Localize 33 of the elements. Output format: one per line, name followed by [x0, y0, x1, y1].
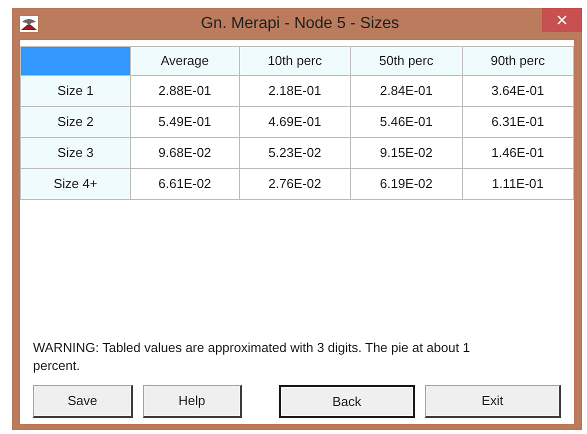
warning-text: WARNING: Tabled values are approximated with 3 digits. The pie at about 1 percent.: [32, 339, 471, 375]
column-header: Average: [130, 46, 240, 76]
table-cell: 2.18E-01: [239, 76, 351, 106]
volcano-icon: [20, 16, 38, 32]
table-cell: 9.68E-02: [130, 138, 240, 168]
close-icon: [557, 15, 567, 25]
table-cell: 6.19E-02: [350, 168, 462, 200]
dialog-button[interactable]: Exit: [424, 385, 561, 418]
row-header: Size 4+: [20, 168, 130, 200]
dialog-button[interactable]: Help: [142, 385, 242, 418]
table-cell: 1.11E-01: [462, 168, 574, 200]
window-title: Gn. Merapi - Node 5 - Sizes: [200, 14, 400, 34]
table-cell: 2.76E-02: [239, 168, 351, 200]
table-cell: 5.46E-01: [350, 106, 462, 138]
table-cell: 6.61E-02: [130, 168, 240, 200]
table-cell: 2.88E-01: [130, 76, 240, 106]
table-cell: 4.69E-01: [239, 106, 351, 138]
dialog-button[interactable]: Save: [33, 385, 133, 418]
table-cell: 5.23E-02: [239, 138, 351, 168]
dialog-button[interactable]: Back: [278, 385, 415, 418]
table-cell: 9.15E-02: [350, 138, 462, 168]
column-header: 10th perc: [239, 46, 351, 76]
row-header: Size 2: [20, 106, 130, 138]
column-header: 90th perc: [462, 46, 574, 76]
table-cell: 3.64E-01: [462, 76, 574, 106]
table-cell: 6.31E-01: [462, 106, 574, 138]
table-cell: 5.49E-01: [130, 106, 240, 138]
row-header: Size 1: [20, 76, 130, 106]
row-header: Size 3: [20, 138, 130, 168]
table-cell: 2.84E-01: [350, 76, 462, 106]
table-cell: 1.46E-01: [462, 138, 574, 168]
column-header: 50th perc: [350, 46, 462, 76]
close-button[interactable]: [542, 8, 582, 32]
